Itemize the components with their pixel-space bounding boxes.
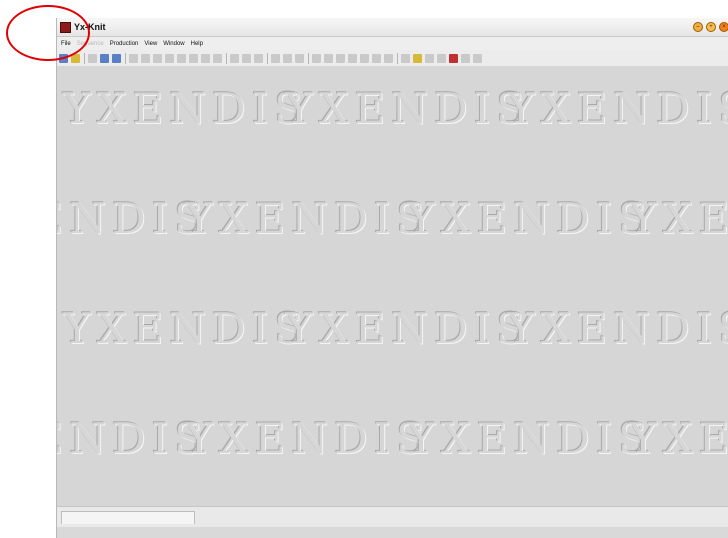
find-icon[interactable]: [112, 53, 121, 63]
color-grid-icon[interactable]: [437, 53, 446, 63]
table-icon[interactable]: [141, 53, 150, 63]
crop-icon[interactable]: [295, 53, 304, 63]
frame-icon[interactable]: [283, 53, 292, 63]
line-icon[interactable]: [189, 53, 198, 63]
image-icon[interactable]: [425, 53, 434, 63]
palette-icon[interactable]: [449, 53, 458, 63]
watermark: YXENDIS: [63, 84, 310, 133]
panel-2-icon[interactable]: [473, 53, 482, 63]
pencil-alt-icon[interactable]: [201, 53, 210, 63]
pattern-icon[interactable]: [336, 53, 345, 63]
watermark: YXENDIS: [629, 194, 728, 243]
wand-icon[interactable]: [312, 53, 321, 63]
shape-icon[interactable]: [271, 53, 280, 63]
watermark: YXENDIS: [507, 304, 728, 353]
window-controls: – + ×: [693, 22, 728, 32]
menu-sequence[interactable]: Sequence: [77, 41, 104, 47]
close-button[interactable]: ×: [719, 22, 728, 32]
selection-icon[interactable]: [254, 53, 263, 63]
watermark: YXENDIS: [63, 304, 310, 353]
toolbar-separator: [308, 52, 309, 64]
watermark: YXENDIS: [507, 84, 728, 133]
pencil-icon[interactable]: [177, 53, 186, 63]
pattern-4-icon[interactable]: [372, 53, 381, 63]
bitmap-icon[interactable]: [153, 53, 162, 63]
new-file-icon[interactable]: [59, 53, 68, 63]
panel-icon[interactable]: [461, 53, 470, 63]
menu-view[interactable]: View: [144, 41, 157, 47]
toolbar-separator: [84, 52, 85, 64]
document-tab[interactable]: [61, 511, 195, 524]
menu-file[interactable]: File: [61, 41, 71, 47]
watermark: YXENDIS: [407, 194, 654, 243]
zoom-icon[interactable]: [401, 53, 410, 63]
edit-icon[interactable]: [165, 53, 174, 63]
save-icon[interactable]: [88, 53, 97, 63]
binoculars-icon[interactable]: [100, 53, 109, 63]
pattern-5-icon[interactable]: [384, 53, 393, 63]
arrow-icon[interactable]: [213, 53, 222, 63]
toolbar-separator: [397, 52, 398, 64]
pattern-2-icon[interactable]: [348, 53, 357, 63]
minimize-button[interactable]: –: [693, 22, 703, 32]
brush-icon[interactable]: [242, 53, 251, 63]
menu-bar: File Sequence Production View Window Hel…: [57, 37, 728, 50]
menu-help[interactable]: Help: [191, 41, 203, 47]
watermark: YXENDIS: [185, 194, 432, 243]
maximize-button[interactable]: +: [706, 22, 716, 32]
status-bar: [57, 506, 728, 527]
pattern-3-icon[interactable]: [360, 53, 369, 63]
user-icon[interactable]: [413, 53, 422, 63]
window-title: Yx-Knit: [74, 22, 106, 32]
watermark: YXENDIS: [285, 304, 532, 353]
menu-production[interactable]: Production: [110, 41, 139, 47]
watermark: YXENDIS: [185, 414, 432, 463]
app-window: Yx-Knit – + × File Sequence Production V…: [56, 18, 728, 538]
watermark: YXENDIS: [407, 414, 654, 463]
chart-icon[interactable]: [230, 53, 239, 63]
open-folder-icon[interactable]: [71, 53, 80, 63]
menu-window[interactable]: Window: [163, 41, 184, 47]
toolbar-separator: [267, 52, 268, 64]
workspace-canvas: YXENDIS YXENDIS YXENDIS YXENDIS YXENDIS …: [57, 66, 728, 506]
pin-icon[interactable]: [324, 53, 333, 63]
app-icon: [60, 21, 71, 33]
toolbar-separator: [125, 52, 126, 64]
title-bar: Yx-Knit – + ×: [57, 18, 728, 37]
watermark: YXENDIS: [629, 414, 728, 463]
toolbar-separator: [226, 52, 227, 64]
watermark: YXENDIS: [285, 84, 532, 133]
toolbar: [57, 50, 728, 67]
grid-icon[interactable]: [129, 53, 138, 63]
